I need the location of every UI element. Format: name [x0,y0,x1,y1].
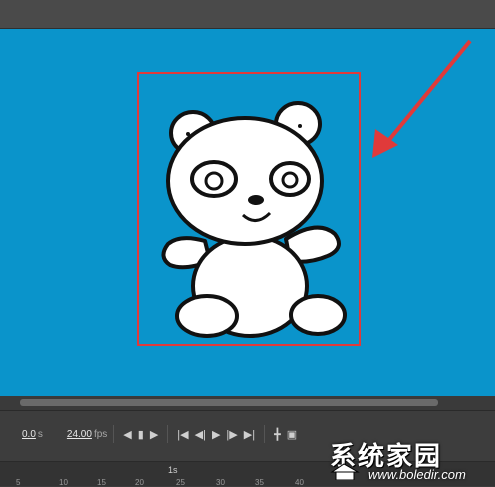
top-toolbar [0,0,495,29]
ruler-number: 30 [216,478,225,487]
house-logo-icon [330,463,360,480]
time-value[interactable]: 0.0 [22,429,36,440]
divider [113,425,115,443]
ruler-number: 25 [176,478,185,487]
time-unit: s [37,428,43,440]
horizontal-scrollbar[interactable] [0,396,495,410]
ruler-number: 10 [59,478,68,487]
play-icon[interactable]: ▶ [212,428,220,441]
step-back-icon[interactable]: ◀| [195,428,206,441]
ruler-number: 40 [295,478,304,487]
divider [264,425,266,443]
next-frame-icon[interactable]: ▶ [150,428,158,441]
watermark-url: www.boledir.com [368,467,466,482]
stop-icon[interactable]: ▮ [138,428,144,441]
ruler-number: 5 [16,478,21,487]
fps-value[interactable]: 24.00 [67,429,92,440]
scrollbar-thumb[interactable] [20,399,438,406]
step-forward-icon[interactable]: |▶ [226,428,237,441]
fps-unit: fps [93,428,108,440]
onion-skin-icon[interactable]: ╋ [274,428,281,441]
ruler-number: 20 [135,478,144,487]
first-frame-icon[interactable]: |◀ [177,428,188,441]
ruler-number: 35 [255,478,264,487]
ruler-number: 15 [97,478,106,487]
last-frame-icon[interactable]: ▶| [244,428,255,441]
divider [167,425,169,443]
second-marker: 1s [168,465,178,475]
red-arrow-icon [372,39,472,158]
stage[interactable] [0,29,495,396]
prev-frame-icon[interactable]: ◀ [123,428,131,441]
frame-view-icon[interactable]: ▣ [287,428,297,441]
watermark: 系统家园 www.boledir.com [330,436,495,484]
